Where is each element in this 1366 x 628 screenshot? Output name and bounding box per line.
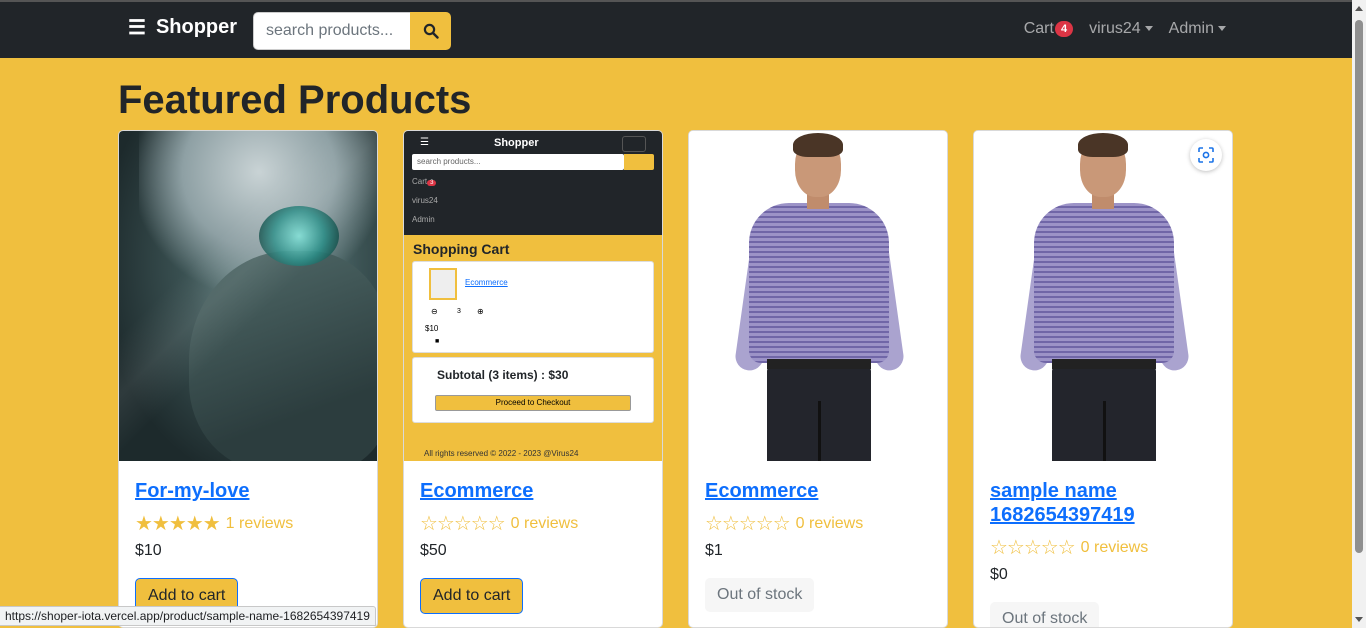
cart-label: Cart [1023,20,1054,37]
admin-dropdown[interactable]: Admin [1169,20,1226,38]
product-price: $10 [135,542,162,559]
mini-cart: Cart 3 [412,177,437,186]
navbar-toggle-icon [622,136,646,152]
star-rating-icon: ☆☆☆☆☆ [705,513,791,535]
visual-search-icon[interactable] [1190,139,1222,171]
minus-icon: ⊖ [431,307,438,316]
brand[interactable]: ☰ Shopper [128,16,237,39]
out-of-stock-button[interactable]: Out of stock [705,578,815,612]
plus-icon: ⊕ [477,307,484,316]
cart-count-badge: 4 [1054,21,1074,37]
product-title-link[interactable]: Ecommerce [705,479,931,503]
search-form [253,12,451,50]
product-rating: ☆☆☆☆☆ 0 reviews [420,511,646,536]
review-count: 0 reviews [1080,538,1149,556]
mini-subtotal: Subtotal (3 items) : $30 [437,368,569,382]
review-count: 1 reviews [225,514,294,532]
scroll-up-icon[interactable] [1355,6,1363,11]
add-to-cart-button[interactable]: Add to cart [420,578,524,614]
user-dropdown[interactable]: virus24 [1089,20,1153,38]
product-title-link[interactable]: Ecommerce [420,479,646,503]
search-button[interactable] [410,12,451,50]
product-card: Ecommerce ☆☆☆☆☆ 0 reviews $1 Out of stoc… [688,130,948,628]
product-image[interactable] [689,131,947,461]
mini-qty: 3 [457,308,461,315]
product-title-link[interactable]: For-my-love [135,479,361,503]
product-image[interactable]: ☰ Shopper search products... Cart 3 virus… [404,131,662,461]
cart-link[interactable]: Cart 4 [1023,20,1074,38]
mini-subtotal-box: Subtotal (3 items) : $30 Proceed to Chec… [412,357,654,423]
product-card: ☰ Shopper search products... Cart 3 virus… [403,130,663,628]
search-icon [423,23,439,39]
caret-down-icon [1218,26,1226,32]
brand-name[interactable]: Shopper [156,16,237,39]
admin-label: Admin [1168,20,1214,37]
star-rating-icon: ☆☆☆☆☆ [990,537,1076,559]
scrollbar[interactable] [1352,0,1366,628]
product-title-link[interactable]: sample name 1682654397419 [990,479,1216,527]
product-image[interactable] [119,131,377,461]
mini-footer: All rights reserved © 2022 - 2023 @Virus… [424,449,579,458]
product-price: $0 [990,566,1008,583]
out-of-stock-button[interactable]: Out of stock [990,602,1100,627]
mini-cart-item: Ecommerce ⊖ 3 ⊕ $10 ■ [412,261,654,353]
caret-down-icon [1144,26,1153,32]
mini-brand: Shopper [494,137,539,149]
mini-cart-label: Cart [412,177,428,186]
product-card: sample name 1682654397419 ☆☆☆☆☆ 0 review… [973,130,1233,628]
product-rating: ☆☆☆☆☆ 0 reviews [990,535,1216,560]
mini-item-link: Ecommerce [465,278,508,287]
product-card: For-my-love ★★★★★ 1 reviews $10 Add to c… [118,130,378,628]
mini-thumb [429,268,457,300]
mini-title: Shopping Cart [413,241,510,257]
review-count: 0 reviews [510,514,579,532]
mini-admin: Admin [412,215,435,224]
menu-icon: ☰ [420,137,429,148]
status-bar-url: https://shoper-iota.vercel.app/product/s… [0,606,376,626]
mini-user: virus24 [412,196,438,205]
search-input[interactable] [253,12,410,50]
search-icon [624,154,654,170]
product-price: $50 [420,542,447,559]
trash-icon: ■ [435,338,440,345]
page-title: Featured Products [118,78,472,122]
review-count: 0 reviews [795,514,864,532]
scroll-down-icon[interactable] [1355,617,1363,622]
product-rating: ★★★★★ 1 reviews [135,511,361,536]
user-label: virus24 [1089,20,1141,37]
product-rating: ☆☆☆☆☆ 0 reviews [705,511,931,536]
product-image[interactable] [974,131,1232,461]
nav-links: Cart 4 virus24 Admin [1024,20,1226,38]
scrollbar-thumb[interactable] [1355,20,1363,553]
mini-search: search products... [412,154,624,170]
navbar: ☰ Shopper Cart 4 virus24 Admin [0,0,1352,58]
mini-cart-badge: 3 [427,180,437,186]
product-price: $1 [705,542,723,559]
mini-price: $10 [425,324,439,333]
menu-icon[interactable]: ☰ [128,18,146,38]
mini-checkout: Proceed to Checkout [435,395,631,411]
star-rating-icon: ☆☆☆☆☆ [420,513,506,535]
star-rating-icon: ★★★★★ [135,513,221,535]
